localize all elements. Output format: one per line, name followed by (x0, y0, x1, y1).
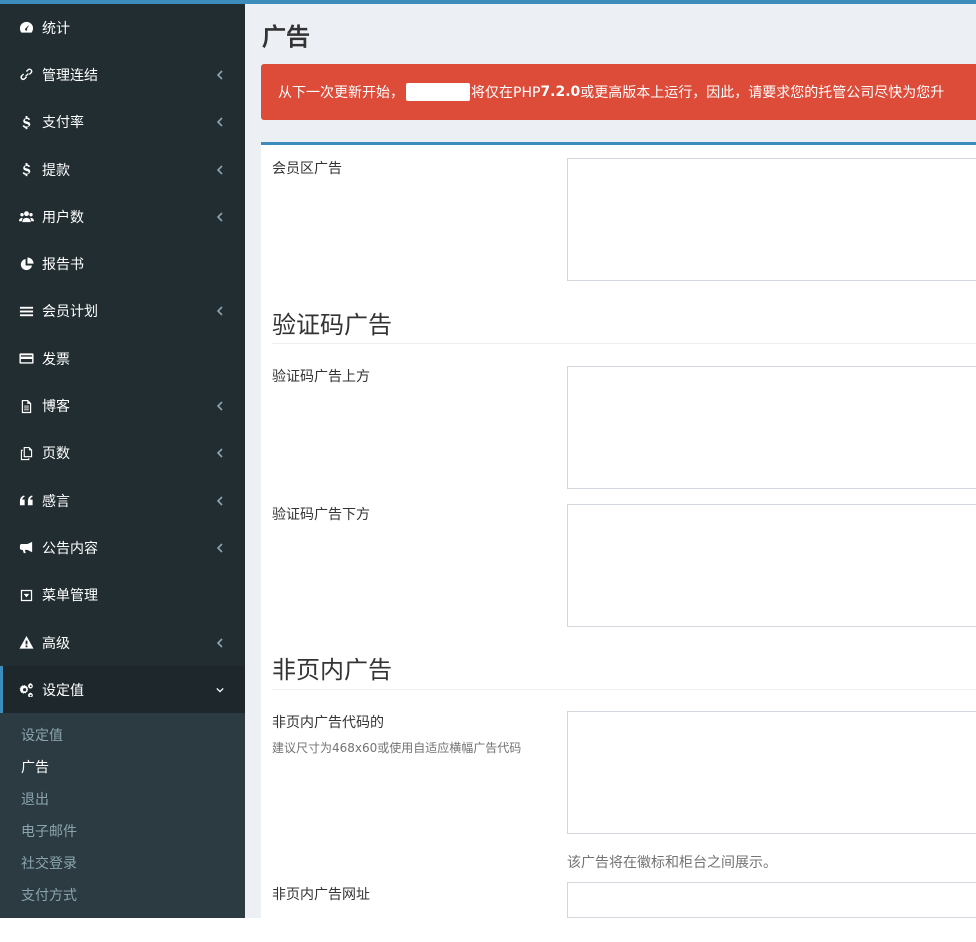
submenu-item-5[interactable]: 社交登录 (0, 847, 245, 879)
sidebar-item-13[interactable]: 菜单管理 (0, 572, 245, 619)
alert-text-start: 从下一次更新开始， (278, 85, 404, 101)
chevron-left-icon (215, 448, 225, 458)
dollar-icon (17, 113, 35, 131)
sidebar-menu: 统计管理连结支付率提款用户数报告书会员计划发票博客页数感言公告内容菜单管理高级设… (0, 4, 245, 918)
sidebar-item-label: 支付率 (42, 115, 84, 132)
offpage-url-label: 非页内广告网址 (272, 887, 370, 903)
bars-icon (17, 302, 35, 320)
page-title: 广告 (262, 23, 310, 51)
chevron-left-icon (215, 543, 225, 553)
link-icon (17, 66, 35, 84)
offpage-section-divider (272, 689, 976, 690)
chevron-down-icon (215, 685, 225, 695)
warning-icon (17, 634, 35, 652)
sidebar-item-15[interactable]: 设定值 (0, 666, 245, 714)
sidebar-item-12[interactable]: 公告内容 (0, 524, 245, 571)
submenu-item-6[interactable]: 支付方式 (0, 879, 245, 911)
credit-card-icon (17, 350, 35, 368)
captcha-section-divider (272, 343, 976, 344)
chevron-left-icon (215, 212, 225, 222)
offpage-section-title: 非页内广告 (272, 656, 392, 684)
chevron-left-icon (215, 117, 225, 127)
offpage-code-help: 建议尺寸为468x60或使用自适应横幅广告代码 (272, 741, 522, 755)
captcha-top-label: 验证码广告上方 (272, 369, 370, 385)
copy-icon (17, 444, 35, 462)
sidebar-item-9[interactable]: 博客 (0, 382, 245, 429)
sidebar-item-label: 报告书 (42, 257, 84, 274)
alert-text-mid: 将仅在PHP (471, 85, 541, 101)
sidebar-item-6[interactable]: 报告书 (0, 240, 245, 287)
submenu-item-2[interactable]: 广告 (0, 751, 245, 783)
quote-icon (17, 492, 35, 510)
submenu-item-4[interactable]: 电子邮件 (0, 815, 245, 847)
member-ad-label: 会员区广告 (272, 161, 342, 177)
sidebar-item-2[interactable]: 管理连结 (0, 51, 245, 98)
bullhorn-icon (17, 539, 35, 557)
captcha-top-textarea[interactable] (567, 366, 976, 489)
submenu-item-1[interactable]: 设定值 (0, 718, 245, 750)
chevron-left-icon (215, 637, 225, 648)
main-content: 广告 从下一次更新开始， 将仅在PHP 7.2.0 或更高版本上运行，因此，请要… (245, 4, 976, 918)
pie-chart-icon (17, 255, 35, 273)
alert-php-version: 7.2.0 (540, 84, 581, 100)
offpage-code-label: 非页内广告代码的 (272, 715, 384, 731)
sidebar-item-label: 发票 (42, 351, 70, 368)
submenu-item-3[interactable]: 退出 (0, 783, 245, 815)
offpage-code-textarea[interactable] (567, 711, 976, 834)
sidebar-item-7[interactable]: 会员计划 (0, 288, 245, 335)
sidebar-item-label: 博客 (42, 399, 70, 416)
sidebar-item-label: 提款 (42, 162, 70, 179)
users-icon (17, 208, 35, 226)
sidebar-item-4[interactable]: 提款 (0, 146, 245, 193)
sidebar-item-1[interactable]: 统计 (0, 4, 245, 51)
sidebar-item-5[interactable]: 用户数 (0, 193, 245, 240)
sidebar-item-label: 会员计划 (42, 304, 98, 321)
sidebar-item-label: 用户数 (42, 209, 84, 226)
bottom-strip (0, 918, 976, 942)
captcha-bottom-textarea[interactable] (567, 504, 976, 627)
sidebar: 统计管理连结支付率提款用户数报告书会员计划发票博客页数感言公告内容菜单管理高级设… (0, 4, 245, 918)
redacted-mask (406, 83, 470, 101)
dollar-icon (17, 161, 35, 179)
offpage-url-input[interactable] (567, 882, 976, 918)
sidebar-item-10[interactable]: 页数 (0, 430, 245, 477)
chevron-left-icon (215, 164, 225, 175)
cogs-icon (17, 681, 35, 699)
sidebar-item-label: 感言 (42, 493, 70, 510)
captcha-section-title: 验证码广告 (272, 311, 392, 339)
sidebar-item-8[interactable]: 发票 (0, 335, 245, 382)
sidebar-item-11[interactable]: 感言 (0, 477, 245, 524)
alert-text-end: 或更高版本上运行，因此，请要求您的托管公司尽快为您升 (580, 85, 945, 101)
php-version-alert: 从下一次更新开始， 将仅在PHP 7.2.0 或更高版本上运行，因此，请要求您的… (261, 64, 976, 120)
ads-settings-panel: 会员区广告 验证码广告 验证码广告上方 验证码广告下方 非页内广告 非页内广告代… (261, 142, 976, 918)
offpage-code-note: 该广告将在徽标和柜台之间展示。 (567, 855, 777, 871)
chevron-left-icon (215, 401, 225, 411)
sidebar-item-label: 页数 (42, 446, 70, 463)
caret-square-icon (17, 586, 35, 604)
member-ad-textarea[interactable] (567, 158, 976, 281)
sidebar-item-label: 公告内容 (42, 540, 98, 557)
sidebar-item-label: 菜单管理 (42, 588, 98, 605)
sidebar-item-label: 管理连结 (42, 67, 98, 84)
chevron-left-icon (215, 306, 225, 316)
captcha-bottom-label: 验证码广告下方 (272, 507, 370, 523)
sidebar-item-14[interactable]: 高级 (0, 619, 245, 666)
settings-submenu: 设定值 广告 退出 电子邮件 社交登录 支付方式 (0, 713, 245, 918)
sidebar-item-label: 高级 (42, 635, 70, 652)
chevron-left-icon (215, 496, 225, 506)
sidebar-item-label: 设定值 (42, 682, 84, 699)
sidebar-item-label: 统计 (42, 20, 70, 37)
sidebar-item-3[interactable]: 支付率 (0, 99, 245, 146)
file-text-icon (17, 397, 35, 415)
chevron-left-icon (215, 70, 225, 80)
dashboard-icon (17, 19, 35, 37)
